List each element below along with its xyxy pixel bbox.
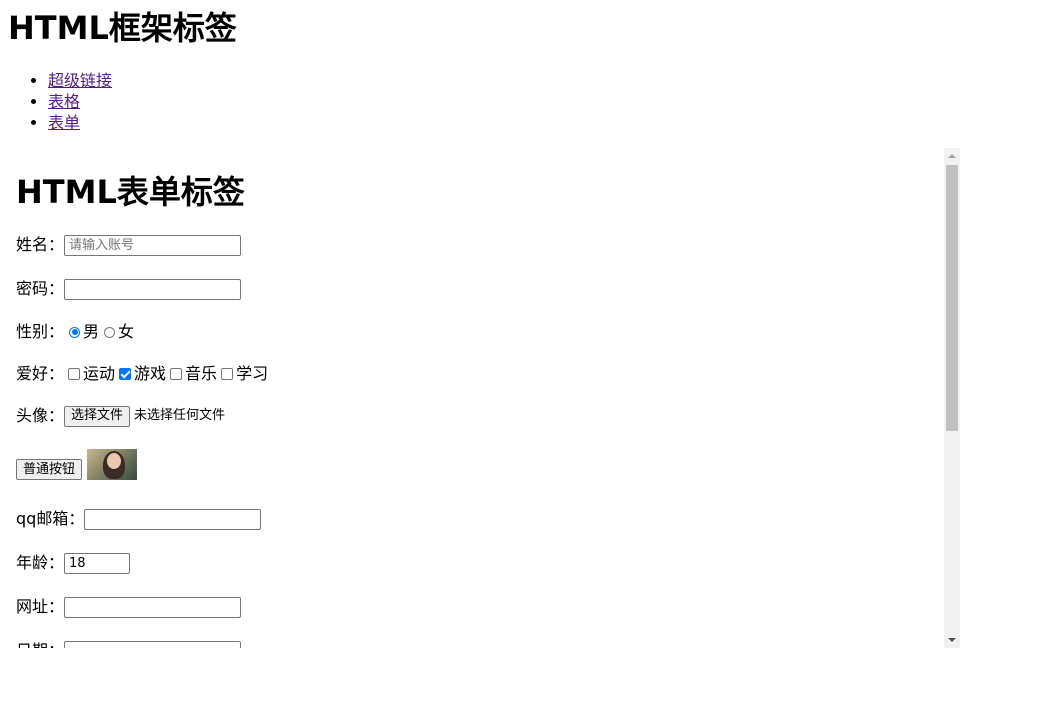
date-row: 日期： xyxy=(16,640,242,648)
url-label: 网址： xyxy=(16,597,65,616)
avatar-row: 头像： 选择文件 未选择任何文件 xyxy=(16,405,225,427)
hobby-music-checkbox[interactable] xyxy=(170,368,183,380)
hobby-label: 爱好： xyxy=(16,364,65,383)
url-input[interactable] xyxy=(64,596,242,618)
gender-label: 性别： xyxy=(16,322,65,341)
scroll-up-icon[interactable] xyxy=(948,154,956,158)
email-input[interactable] xyxy=(84,508,262,530)
hobby-sport-checkbox[interactable] xyxy=(68,368,81,380)
nav-item: 表格 xyxy=(48,91,112,112)
gender-female-radio[interactable] xyxy=(104,326,116,338)
hobby-game-label: 游戏 xyxy=(134,364,167,383)
gender-row: 性别： 男 女 xyxy=(16,321,134,343)
age-row: 年龄： xyxy=(16,552,131,574)
gender-male-label: 男 xyxy=(83,322,100,341)
hobby-sport-label: 运动 xyxy=(83,364,116,383)
choose-file-button[interactable]: 选择文件 xyxy=(64,405,131,427)
content-iframe: HTML表单标签 姓名： 密码： 性别： 男 女 爱好： 运动 游戏 音乐 学习 xyxy=(8,148,960,648)
hobby-study-label: 学习 xyxy=(236,364,269,383)
iframe-scrollbar[interactable] xyxy=(944,148,960,648)
button-row: 普通按钮 xyxy=(16,449,138,480)
hobby-game-checkbox[interactable] xyxy=(119,368,132,380)
name-input[interactable] xyxy=(64,234,242,256)
normal-button[interactable]: 普通按钮 xyxy=(16,459,83,480)
hobby-music-label: 音乐 xyxy=(185,364,218,383)
gender-female-label: 女 xyxy=(118,322,135,341)
age-label: 年龄： xyxy=(16,553,65,572)
hobby-row: 爱好： 运动 游戏 音乐 学习 xyxy=(16,363,268,385)
scroll-thumb[interactable] xyxy=(946,165,958,431)
password-row: 密码： xyxy=(16,278,242,300)
nav-item: 超级链接 xyxy=(48,70,112,91)
page-title: HTML框架标签 xyxy=(8,9,237,47)
nav-link-hyperlink[interactable]: 超级链接 xyxy=(48,71,112,90)
nav-list: 超级链接 表格 表单 xyxy=(8,70,112,133)
nav-link-table[interactable]: 表格 xyxy=(48,92,80,111)
date-input[interactable] xyxy=(64,640,242,648)
avatar-label: 头像： xyxy=(16,406,65,425)
gender-male-radio[interactable] xyxy=(69,326,81,338)
form-title: HTML表单标签 xyxy=(16,173,245,211)
image-button[interactable] xyxy=(87,449,138,480)
password-label: 密码： xyxy=(16,279,65,298)
image-face-shape xyxy=(107,453,122,469)
file-status-text: 未选择任何文件 xyxy=(134,408,226,423)
name-label: 姓名： xyxy=(16,235,65,254)
password-input[interactable] xyxy=(64,278,242,300)
nav-link-form[interactable]: 表单 xyxy=(48,113,80,132)
date-label: 日期： xyxy=(16,640,64,648)
age-input[interactable] xyxy=(64,552,131,574)
scroll-down-icon[interactable] xyxy=(948,638,956,642)
nav-item: 表单 xyxy=(48,112,112,133)
hobby-study-checkbox[interactable] xyxy=(221,368,234,380)
email-row: qq邮箱： xyxy=(16,508,262,530)
email-label: qq邮箱： xyxy=(16,509,85,528)
name-row: 姓名： xyxy=(16,234,242,256)
url-row: 网址： xyxy=(16,596,242,618)
